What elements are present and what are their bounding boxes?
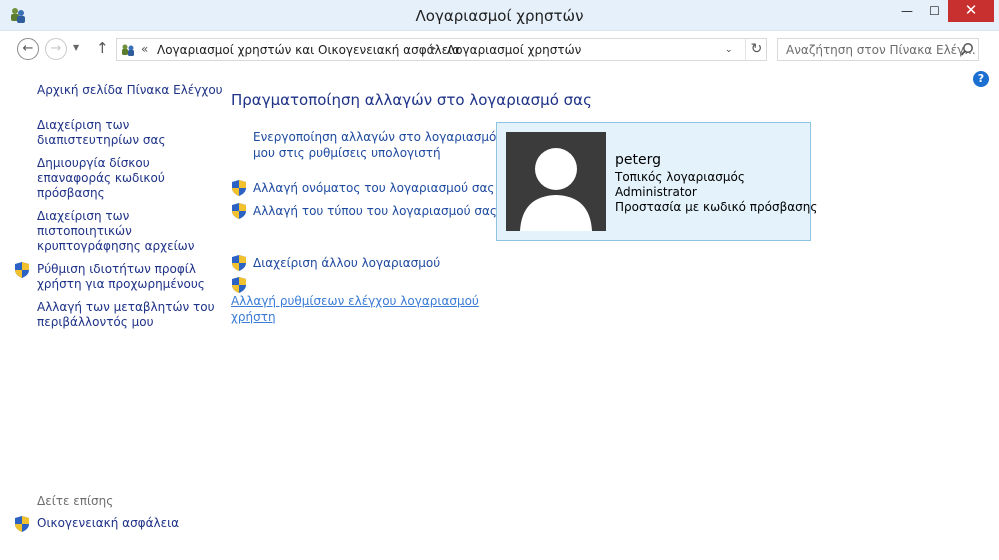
refresh-button[interactable]: ↻: [745, 39, 767, 60]
close-button[interactable]: ✕: [948, 0, 994, 22]
address-bar[interactable]: « Λογαριασμοί χρηστών και Οικογενειακή α…: [116, 38, 767, 61]
search-icon[interactable]: [960, 42, 974, 57]
minimize-button[interactable]: —: [893, 0, 921, 22]
account-type-local: Τοπικός λογαριασμός: [615, 170, 745, 184]
control-panel-icon: [122, 44, 134, 56]
manage-encryption-certificates-link[interactable]: Διαχείριση των πιστοποιητικών κρυπτογράφ…: [37, 209, 194, 254]
user-account-card: peterg Τοπικός λογαριασμός Administrator…: [496, 122, 817, 241]
uac-shield-icon: [232, 255, 246, 271]
breadcrumb-user-accounts[interactable]: Λογαριασμοί χρηστών: [447, 43, 581, 57]
navigation-bar: ← → ▼ ↑ « Λογαριασμοί χρηστών και Οικογε…: [0, 31, 999, 67]
change-uac-settings-link[interactable]: Αλλαγή ρυθμίσεων ελέγχου λογαριασμού χρή…: [231, 293, 479, 325]
help-icon[interactable]: ?: [973, 71, 989, 87]
uac-shield-icon: [232, 277, 246, 293]
breadcrumb-overflow[interactable]: «: [141, 42, 148, 56]
create-password-reset-disk-link[interactable]: Δημιουργία δίσκου επαναφοράς κωδικού πρό…: [37, 156, 165, 201]
address-dropdown-icon[interactable]: ⌄: [725, 45, 733, 55]
manage-credentials-link[interactable]: Διαχείριση των διαπιστευτηρίων σας: [37, 118, 166, 148]
change-account-type-link[interactable]: Αλλαγή του τύπου του λογαριασμού σας: [253, 203, 497, 219]
search-input[interactable]: Αναζήτηση στον Πίνακα Ελέγ...: [786, 43, 976, 57]
back-button[interactable]: ←: [17, 38, 39, 60]
uac-shield-icon: [232, 203, 246, 219]
see-also-heading: Δείτε επίσης: [37, 494, 114, 508]
page-title: Πραγματοποίηση αλλαγών στο λογαριασμό σα…: [231, 91, 592, 109]
breadcrumb-user-accounts-family-safety[interactable]: Λογαριασμοί χρηστών και Οικογενειακή ασφ…: [157, 43, 460, 57]
enable-pc-settings-changes-link[interactable]: Ενεργοποίηση αλλαγών στο λογαριασμό μου …: [253, 129, 496, 161]
window-title: Λογαριασμοί χρηστών: [415, 7, 584, 25]
uac-shield-icon: [15, 262, 29, 278]
account-role: Administrator: [615, 185, 697, 199]
user-silhouette-icon: [520, 148, 592, 231]
control-panel-home-link[interactable]: Αρχική σελίδα Πίνακα Ελέγχου: [37, 83, 223, 98]
search-box[interactable]: Αναζήτηση στον Πίνακα Ελέγ...: [777, 38, 979, 61]
advanced-profile-properties-link[interactable]: Ρύθμιση ιδιοτήτων προφίλ χρήστη για προχ…: [37, 262, 205, 292]
change-account-name-link[interactable]: Αλλαγή ονόματος του λογαριασμού σας: [253, 180, 494, 196]
change-environment-variables-link[interactable]: Αλλαγή των μεταβλητών του περιβάλλοντός …: [37, 300, 215, 330]
up-button[interactable]: ↑: [96, 39, 109, 57]
family-safety-link[interactable]: Οικογενειακή ασφάλεια: [37, 516, 179, 531]
title-bar: Λογαριασμοί χρηστών — ☐ ✕: [0, 0, 999, 31]
user-name: peterg: [615, 152, 661, 168]
avatar: [506, 132, 606, 231]
forward-button[interactable]: →: [45, 38, 67, 60]
password-protection-status: Προστασία με κωδικό πρόσβασης: [615, 200, 818, 214]
maximize-button[interactable]: ☐: [921, 0, 948, 22]
uac-shield-icon: [232, 180, 246, 196]
recent-locations-dropdown-icon[interactable]: ▼: [73, 43, 79, 52]
manage-another-account-link[interactable]: Διαχείριση άλλου λογαριασμού: [253, 255, 440, 271]
uac-shield-icon: [15, 516, 29, 532]
breadcrumb-separator-icon[interactable]: ▸: [431, 43, 436, 54]
